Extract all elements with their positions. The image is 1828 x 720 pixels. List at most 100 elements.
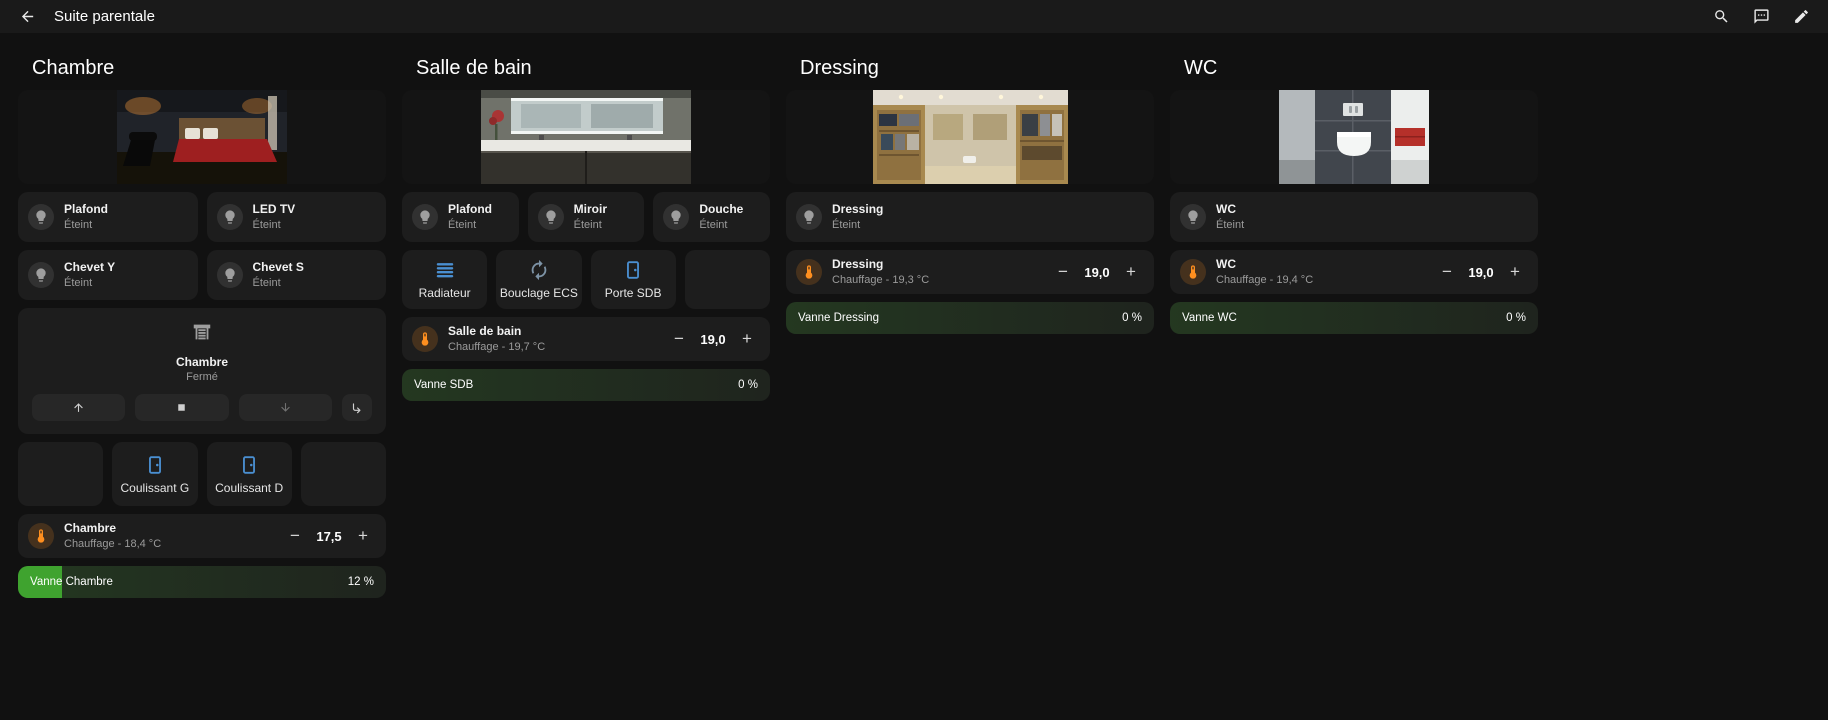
arrow-left-icon — [21, 10, 33, 23]
back-button[interactable] — [14, 4, 40, 30]
climate-tile-wc[interactable]: WC Chauffage - 19,4 °C − 19,0 + — [1170, 250, 1538, 294]
climate-name: Dressing — [832, 256, 884, 271]
column-salle-de-bain: Salle de bain Plafond Éteint Miroir Étei… — [402, 39, 770, 606]
button-tile-bouclage-ecs[interactable]: Bouclage ECS — [496, 250, 582, 309]
edit-dashboard-button[interactable] — [1788, 4, 1814, 30]
light-state: Éteint — [252, 218, 281, 231]
valve-bar-chambre[interactable]: Vanne Chambre 12 % — [18, 566, 386, 598]
temp-decrease-button[interactable]: − — [282, 523, 308, 549]
climate-name: Salle de bain — [448, 323, 522, 338]
arrow-down-icon — [281, 403, 290, 412]
arrow-up-icon — [74, 403, 83, 412]
light-name: LED TV — [252, 201, 296, 216]
light-name: WC — [1216, 201, 1236, 216]
temp-increase-button[interactable]: + — [734, 326, 760, 352]
search-button[interactable] — [1708, 4, 1734, 30]
header-actions — [1708, 4, 1814, 30]
button-label: Porte SDB — [604, 286, 662, 300]
temp-decrease-button[interactable]: − — [1434, 259, 1460, 285]
button-label: Coulissant G — [120, 480, 190, 495]
light-tile-chambre-chevet-s[interactable]: Chevet S Éteint — [206, 250, 386, 300]
valve-bar-wc[interactable]: Vanne WC 0 % — [1170, 302, 1538, 334]
cover-open-button[interactable] — [32, 394, 126, 421]
lightbulb-icon — [28, 262, 54, 288]
light-state: Éteint — [252, 276, 281, 289]
cover-card-chambre: Chambre Fermé — [18, 308, 386, 434]
column-chambre: Chambre Plafond Éteint LED TV Éteint Che… — [18, 39, 386, 606]
valve-value: 0 % — [1506, 312, 1526, 324]
button-tile-empty-3 — [684, 250, 770, 309]
dashboard-view: Chambre Plafond Éteint LED TV Éteint Che… — [0, 33, 1828, 606]
window-shutter-icon — [191, 321, 213, 348]
cover-position-button[interactable] — [341, 394, 372, 421]
button-tile-porte-sdb[interactable]: Porte SDB — [590, 250, 676, 309]
light-tile-chambre-chevet-y[interactable]: Chevet Y Éteint — [18, 250, 198, 300]
light-tile-chambre-ledtv[interactable]: LED TV Éteint — [206, 192, 386, 242]
sliding-door-icon — [148, 455, 161, 474]
chambre-photo — [117, 90, 287, 184]
valve-value: 0 % — [738, 379, 758, 391]
thermostat-icon — [28, 523, 54, 549]
button-tile-coulissant-d[interactable]: Coulissant D — [206, 442, 292, 506]
pencil-icon — [1794, 10, 1808, 23]
cover-state: Fermé — [186, 371, 218, 383]
climate-state: Chauffage - 19,4 °C — [1216, 273, 1314, 286]
light-tile-dressing[interactable]: Dressing Éteint — [786, 192, 1154, 242]
door-icon — [627, 261, 640, 279]
light-state: Éteint — [699, 218, 728, 231]
valve-name: Vanne Chambre — [30, 576, 113, 588]
temp-increase-button[interactable]: + — [1502, 259, 1528, 285]
search-icon — [1714, 10, 1728, 23]
cover-name: Chambre — [175, 355, 228, 369]
climate-tile-chambre[interactable]: Chambre Chauffage - 18,4 °C − 17,5 + — [18, 514, 386, 558]
valve-value: 0 % — [1122, 312, 1142, 324]
temperature-controls: − 17,5 + — [282, 523, 376, 549]
thermostat-icon — [796, 259, 822, 285]
light-name: Chevet S — [252, 259, 304, 274]
valve-bar-dressing[interactable]: Vanne Dressing 0 % — [786, 302, 1154, 334]
button-tile-empty-2 — [300, 442, 386, 506]
button-tile-radiateur[interactable]: Radiateur — [402, 250, 488, 309]
cover-stop-button[interactable] — [135, 394, 229, 421]
button-tile-coulissant-g[interactable]: Coulissant G — [112, 442, 198, 506]
temp-setpoint: 17,5 — [316, 528, 342, 544]
climate-name: WC — [1216, 256, 1236, 271]
cover-close-button[interactable] — [238, 394, 332, 421]
light-tile-sdb-miroir[interactable]: Miroir Éteint — [527, 192, 645, 242]
column-dressing: Dressing Dressing Éteint Dressing Chauff… — [786, 39, 1154, 606]
climate-name: Chambre — [64, 520, 117, 535]
climate-tile-salle-de-bain[interactable]: Salle de bain Chauffage - 19,7 °C − 19,0… — [402, 317, 770, 361]
button-label: Coulissant D — [215, 480, 284, 495]
temp-setpoint: 19,0 — [700, 331, 726, 347]
temperature-controls: − 19,0 + — [666, 326, 760, 352]
climate-state: Chauffage - 19,7 °C — [448, 340, 546, 353]
light-name: Chevet Y — [64, 259, 116, 274]
light-tile-wc[interactable]: WC Éteint — [1170, 192, 1538, 242]
temp-decrease-button[interactable]: − — [1050, 259, 1076, 285]
climate-state: Chauffage - 18,4 °C — [64, 537, 162, 550]
set-position-icon — [352, 402, 361, 413]
picture-card-dressing[interactable] — [786, 90, 1154, 184]
temp-increase-button[interactable]: + — [350, 523, 376, 549]
button-tile-empty-1 — [18, 442, 104, 506]
button-label: Radiateur — [418, 286, 471, 300]
light-tile-sdb-douche[interactable]: Douche Éteint — [653, 192, 770, 242]
temperature-controls: − 19,0 + — [1434, 259, 1528, 285]
temp-increase-button[interactable]: + — [1118, 259, 1144, 285]
picture-card-salle-de-bain[interactable] — [402, 90, 770, 184]
climate-tile-dressing[interactable]: Dressing Chauffage - 19,3 °C − 19,0 + — [786, 250, 1154, 294]
light-tile-sdb-plafond[interactable]: Plafond Éteint — [402, 192, 519, 242]
light-name: Miroir — [573, 201, 607, 216]
light-tile-chambre-plafond[interactable]: Plafond Éteint — [18, 192, 198, 242]
salle-de-bain-photo — [481, 90, 691, 184]
temp-decrease-button[interactable]: − — [666, 326, 692, 352]
cover-controls — [32, 394, 372, 421]
page-title: Suite parentale — [54, 8, 155, 25]
assist-button[interactable] — [1748, 4, 1774, 30]
picture-card-chambre[interactable] — [18, 90, 386, 184]
picture-card-wc[interactable] — [1170, 90, 1538, 184]
temperature-controls: − 19,0 + — [1050, 259, 1144, 285]
valve-bar-sdb[interactable]: Vanne SDB 0 % — [402, 369, 770, 401]
lightbulb-icon — [796, 204, 822, 230]
valve-name: Vanne Dressing — [798, 312, 879, 324]
